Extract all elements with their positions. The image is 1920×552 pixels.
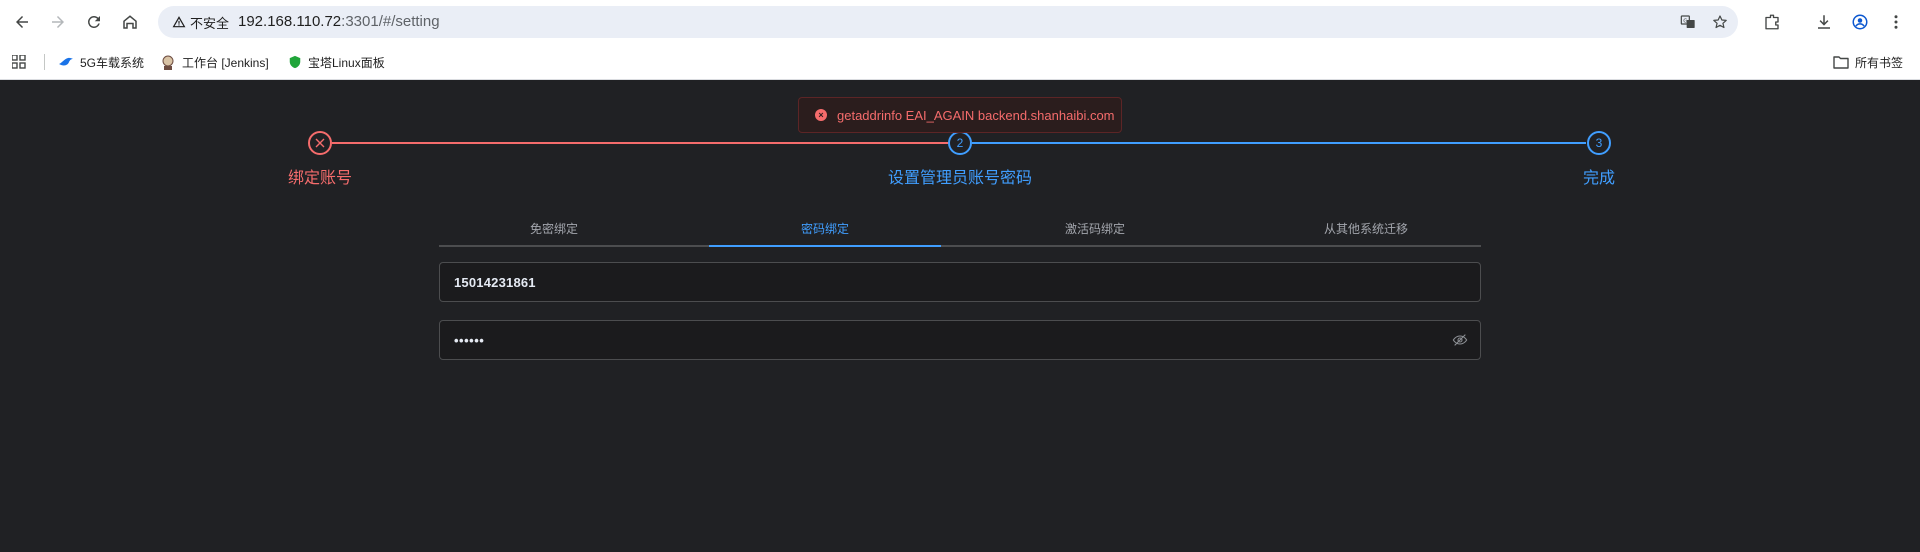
star-icon xyxy=(1713,15,1727,29)
bookmark-label: 工作台 [Jenkins] xyxy=(182,55,269,70)
jenkins-icon xyxy=(162,55,174,70)
close-icon xyxy=(315,138,325,148)
password-value: •••••• xyxy=(454,332,485,348)
step-connector-1 xyxy=(332,142,960,144)
error-toast: × getaddrinfo EAI_AGAIN backend.shanhaib… xyxy=(798,97,1122,133)
bookmark-jenkins[interactable]: 工作台 [Jenkins] xyxy=(160,52,269,72)
account-value: 15014231861 xyxy=(454,274,536,290)
translate-icon: G xyxy=(1680,15,1695,28)
step-connector-2 xyxy=(972,142,1586,144)
home-button[interactable] xyxy=(116,8,144,36)
setting-page: 2 3 绑定账号 设置管理员账号密码 完成 × getaddrinfo EAI_… xyxy=(0,80,1920,552)
bird-icon xyxy=(59,57,73,66)
translate-button[interactable]: G xyxy=(1678,12,1698,32)
step-2-circle: 2 xyxy=(948,131,972,155)
home-icon xyxy=(123,15,137,29)
apps-button[interactable] xyxy=(12,52,26,72)
bookmarks-bar: 5G车载系统 工作台 [Jenkins] 宝塔Linux面板 所有书签 xyxy=(0,44,1920,80)
step-1-circle xyxy=(308,131,332,155)
url-host: 192.168.110.72 xyxy=(238,13,342,30)
tab-activation-code-bind[interactable]: 激活码绑定 xyxy=(965,211,1225,245)
bookmark-baota[interactable]: 宝塔Linux面板 xyxy=(288,52,385,72)
download-icon xyxy=(1818,15,1830,29)
tab-migrate-from-other-system[interactable]: 从其他系统迁移 xyxy=(1236,211,1496,245)
step-1-title: 绑定账号 xyxy=(287,170,353,187)
active-tab-indicator xyxy=(709,245,941,247)
password-input[interactable]: •••••• xyxy=(439,320,1481,360)
address-bar[interactable]: 不安全 192.168.110.72:3301/#/setting G xyxy=(158,6,1738,38)
svg-text:G: G xyxy=(1683,19,1687,25)
account-input[interactable]: 15014231861 xyxy=(439,262,1481,302)
account-icon xyxy=(1852,14,1868,30)
url-text[interactable]: 192.168.110.72:3301/#/setting xyxy=(238,13,440,30)
step-3-circle: 3 xyxy=(1587,131,1611,155)
downloads-button[interactable] xyxy=(1812,10,1836,34)
back-button[interactable] xyxy=(8,8,36,36)
reload-button[interactable] xyxy=(80,8,108,36)
profile-button[interactable] xyxy=(1848,10,1872,34)
arrow-left-icon xyxy=(16,16,28,28)
forward-button[interactable] xyxy=(44,8,72,36)
puzzle-icon xyxy=(1765,14,1779,30)
reload-icon xyxy=(87,15,100,28)
security-label: 不安全 xyxy=(190,15,230,31)
extensions-button[interactable] xyxy=(1760,10,1784,34)
tab-passwordless-bind[interactable]: 免密绑定 xyxy=(424,211,684,245)
bookmark-label: 宝塔Linux面板 xyxy=(308,55,385,70)
bookmark-star-button[interactable] xyxy=(1710,12,1730,32)
menu-button[interactable] xyxy=(1884,10,1908,34)
all-bookmarks-button[interactable]: 所有书签 xyxy=(1833,52,1903,72)
eye-hidden-icon[interactable] xyxy=(1452,332,1468,348)
arrow-right-icon xyxy=(52,16,64,28)
step-3-number: 3 xyxy=(1595,136,1603,150)
folder-icon xyxy=(1833,56,1849,69)
bind-method-tabs: 免密绑定 密码绑定 激活码绑定 从其他系统迁移 xyxy=(439,211,1481,247)
shield-icon xyxy=(289,55,301,69)
error-circle-icon: × xyxy=(815,109,827,121)
bookmarks-divider xyxy=(44,54,45,70)
apps-grid-icon xyxy=(12,55,26,69)
step-2-number: 2 xyxy=(956,136,964,150)
warning-icon xyxy=(172,16,186,28)
toast-message: getaddrinfo EAI_AGAIN backend.shanhaibi.… xyxy=(837,107,1115,123)
url-path: :3301/#/setting xyxy=(341,13,440,30)
step-3-title: 完成 xyxy=(1582,170,1616,187)
browser-toolbar: 不安全 192.168.110.72:3301/#/setting G xyxy=(0,0,1920,44)
tab-password-bind[interactable]: 密码绑定 xyxy=(695,211,955,245)
bookmark-5g[interactable]: 5G车载系统 xyxy=(58,52,144,72)
more-vert-icon xyxy=(1894,15,1898,29)
all-bookmarks-label: 所有书签 xyxy=(1855,55,1904,70)
security-chip[interactable]: 不安全 xyxy=(166,11,235,33)
bookmark-label: 5G车载系统 xyxy=(80,55,145,70)
step-2-title: 设置管理员账号密码 xyxy=(887,170,1033,187)
